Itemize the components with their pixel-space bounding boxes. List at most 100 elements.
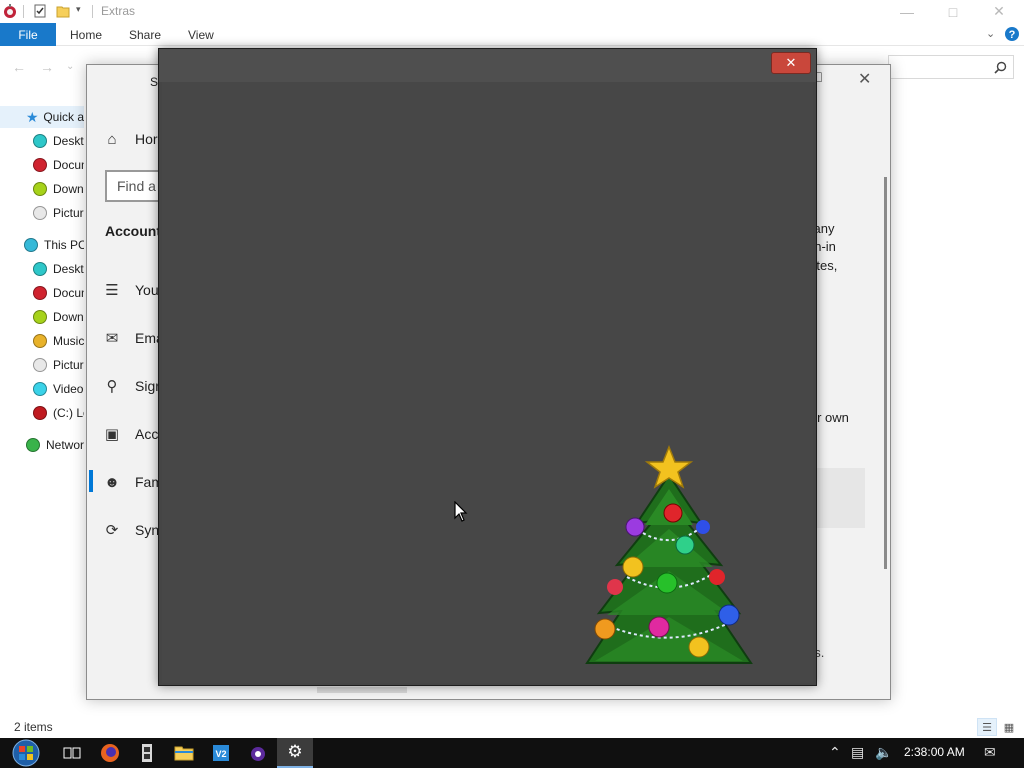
maximize-button[interactable]: □ bbox=[930, 0, 976, 23]
settings-nav-label: Hor bbox=[135, 131, 158, 147]
svg-text:V2: V2 bbox=[215, 749, 226, 759]
vscode-button[interactable]: V2 bbox=[203, 738, 239, 768]
nav-this-pc[interactable]: This PC bbox=[0, 234, 84, 256]
customize-qa-chevron-icon[interactable]: ▾ bbox=[76, 4, 81, 15]
nav-pc-videos[interactable]: Video bbox=[0, 378, 84, 400]
chevron-up-icon[interactable]: ⌃ bbox=[829, 744, 841, 761]
settings-nav-home[interactable]: ⌂ Hor bbox=[103, 127, 158, 151]
app-icon[interactable] bbox=[2, 3, 18, 19]
tab-file[interactable]: File bbox=[0, 23, 56, 46]
person-card-icon: ☰ bbox=[105, 282, 119, 299]
firefox-button[interactable] bbox=[92, 738, 128, 768]
svg-text:?: ? bbox=[1009, 29, 1016, 41]
nav-label: (C:) Lo bbox=[53, 406, 84, 420]
pictures-ornament-icon bbox=[33, 358, 47, 372]
nav-label: This PC bbox=[44, 238, 84, 252]
tab-home[interactable]: Home bbox=[70, 28, 102, 42]
nav-pc-local-disk[interactable]: (C:) Lo bbox=[0, 402, 84, 424]
videos-ornament-icon bbox=[33, 382, 47, 396]
forward-arrow-icon[interactable]: → bbox=[40, 59, 54, 75]
selected-nav-indicator bbox=[89, 470, 93, 492]
details-view-button[interactable]: ☰ bbox=[977, 718, 997, 736]
settings-nav-access-work[interactable]: ▣ Acc bbox=[103, 422, 158, 446]
nav-quick-downloads[interactable]: Down bbox=[0, 178, 84, 200]
firefox-icon bbox=[101, 744, 119, 762]
nav-label: Pictur bbox=[53, 206, 84, 220]
nav-pc-documents[interactable]: Docum bbox=[0, 282, 84, 304]
settings-nav-your-info[interactable]: ☰ You bbox=[103, 278, 158, 302]
window-title: Extras bbox=[101, 4, 136, 18]
tor-icon bbox=[251, 747, 265, 761]
nav-label: Deskto bbox=[53, 262, 84, 276]
help-icon[interactable]: ? bbox=[1004, 26, 1020, 42]
item-count: 2 items bbox=[14, 720, 53, 734]
start-button[interactable] bbox=[6, 738, 46, 768]
settings-nav-label: Acc bbox=[135, 426, 159, 442]
large-icons-view-button[interactable]: ▦ bbox=[999, 718, 1019, 736]
nav-pc-pictures[interactable]: Pictur bbox=[0, 354, 84, 376]
settings-close-button[interactable]: ✕ bbox=[858, 69, 871, 89]
titlebar-separator bbox=[23, 5, 24, 18]
popup-titlebar[interactable]: ✕ bbox=[159, 49, 816, 82]
star-icon: ★ bbox=[26, 109, 39, 125]
close-button[interactable]: ✕ bbox=[976, 0, 1022, 23]
nav-label: Networ bbox=[46, 438, 84, 452]
documents-ornament-icon bbox=[33, 158, 47, 172]
tab-share[interactable]: Share bbox=[129, 28, 161, 42]
nav-label: Docum bbox=[53, 286, 84, 300]
settings-nav-sync[interactable]: ⟳ Sync bbox=[103, 518, 166, 542]
task-view-button[interactable] bbox=[54, 738, 90, 768]
nav-label: Docum bbox=[53, 158, 84, 172]
folder-icon bbox=[174, 746, 194, 761]
nav-pc-desktop[interactable]: Deskto bbox=[0, 258, 84, 280]
settings-horizontal-scrollbar[interactable] bbox=[317, 687, 407, 693]
settings-button[interactable]: ⚙ bbox=[277, 738, 313, 768]
nav-quick-access[interactable]: ★ Quick a bbox=[0, 106, 84, 128]
nav-pc-music[interactable]: Music bbox=[0, 330, 84, 352]
nav-network[interactable]: Networ bbox=[0, 434, 84, 456]
family-icon: ☻ bbox=[104, 473, 120, 491]
tab-view[interactable]: View bbox=[188, 28, 214, 42]
new-folder-icon[interactable] bbox=[55, 3, 71, 19]
search-input[interactable] bbox=[888, 55, 1014, 79]
explorer-titlebar: ▾ Extras — □ ✕ bbox=[0, 0, 1024, 23]
settings-nav-sign-in[interactable]: ⚲ Sign bbox=[103, 374, 164, 398]
tor-browser-button[interactable] bbox=[240, 738, 276, 768]
back-arrow-icon[interactable]: ← bbox=[12, 59, 26, 75]
nav-quick-desktop[interactable]: Deskto bbox=[0, 130, 84, 152]
minimize-button[interactable]: — bbox=[884, 0, 930, 23]
nav-label: Pictur bbox=[53, 358, 84, 372]
vscode-icon: V2 bbox=[213, 745, 229, 761]
downloads-ornament-icon bbox=[33, 310, 47, 324]
taskbar-clock[interactable]: 2:38:00 AM bbox=[904, 745, 965, 759]
nav-pc-downloads[interactable]: Down bbox=[0, 306, 84, 328]
mouse-cursor-icon bbox=[454, 501, 468, 522]
popup-close-button[interactable]: ✕ bbox=[771, 52, 811, 74]
film-app-button[interactable] bbox=[129, 738, 165, 768]
expand-ribbon-chevron-icon[interactable]: ⌄ bbox=[986, 27, 995, 40]
settings-nav-family[interactable]: ☻ Fam bbox=[103, 470, 163, 494]
recent-locations-chevron-icon[interactable]: ⌄ bbox=[66, 61, 74, 72]
status-bar: 2 items ☰ ▦ bbox=[0, 716, 1024, 738]
nav-quick-pictures[interactable]: Pictur bbox=[0, 202, 84, 224]
nav-label: Quick a bbox=[43, 110, 84, 124]
computer-icon bbox=[24, 238, 38, 252]
mail-icon: ✉ bbox=[105, 330, 119, 347]
dark-popup-window: ✕ bbox=[158, 48, 817, 686]
notification-icon[interactable]: ✉ bbox=[984, 744, 996, 761]
nav-quick-documents[interactable]: Docum bbox=[0, 154, 84, 176]
key-icon: ⚲ bbox=[106, 378, 118, 395]
navigation-pane: ★ Quick a Deskto Docum Down Pictur This … bbox=[0, 104, 84, 464]
properties-icon[interactable] bbox=[32, 3, 48, 19]
settings-scrollbar[interactable] bbox=[884, 177, 887, 569]
desktop-ornament-icon bbox=[33, 262, 47, 276]
documents-ornament-icon bbox=[33, 286, 47, 300]
pictures-ornament-icon bbox=[33, 206, 47, 220]
downloads-ornament-icon bbox=[33, 182, 47, 196]
nav-label: Deskto bbox=[53, 134, 84, 148]
file-explorer-button[interactable] bbox=[166, 738, 202, 768]
settings-nav-email[interactable]: ✉ Ema bbox=[103, 326, 164, 350]
speaker-icon[interactable]: 🔈 bbox=[875, 744, 892, 761]
gear-icon: ⚙ bbox=[287, 742, 303, 761]
network-icon[interactable]: ▤ bbox=[851, 744, 864, 761]
